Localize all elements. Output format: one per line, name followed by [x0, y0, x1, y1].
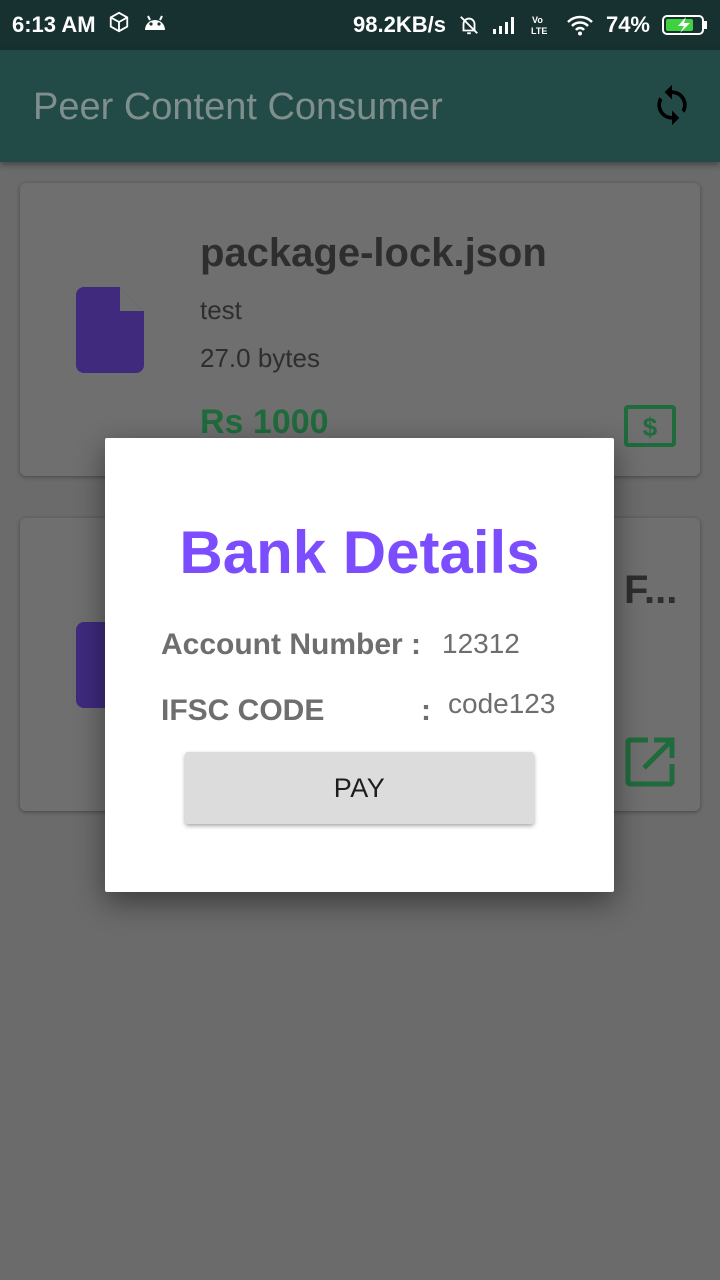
volte-icon: Vo LTE — [530, 13, 554, 37]
open-external-icon[interactable] — [624, 736, 676, 788]
cube-icon — [108, 11, 130, 39]
account-number-value: 12312 — [442, 628, 520, 659]
signal-icon — [492, 15, 518, 35]
ifsc-colon: : — [421, 694, 431, 727]
android-icon — [142, 12, 168, 38]
bank-details-dialog: Bank Details Account Number : 12312 IFSC… — [105, 438, 614, 892]
wifi-icon — [566, 14, 594, 36]
pay-button[interactable]: PAY — [185, 752, 534, 824]
app-title: Peer Content Consumer — [33, 86, 443, 128]
app-bar: Peer Content Consumer — [0, 50, 720, 162]
file-name: package-lock.json — [200, 231, 547, 275]
battery-charging-icon — [662, 14, 708, 36]
file-description: test — [200, 295, 242, 325]
status-time: 6:13 AM — [12, 12, 96, 37]
buy-icon[interactable]: $ — [624, 405, 676, 447]
net-speed: 98.2KB/s — [353, 12, 446, 37]
alarm-off-icon — [458, 14, 480, 36]
ifsc-code-label: IFSC CODE — [161, 694, 325, 727]
battery-percent: 74% — [605, 12, 650, 37]
dialog-title: Bank Details — [179, 519, 540, 586]
ifsc-code-value: code123 — [448, 688, 556, 719]
status-bar: 6:13 AM 98.2KB/s Vo LTE 74% — [0, 0, 720, 50]
file-name: F... — [624, 568, 678, 612]
file-card[interactable]: package-lock.json test 27.0 bytes Rs 100… — [20, 183, 700, 476]
status-left: 6:13 AM — [12, 11, 168, 39]
svg-text:$: $ — [643, 412, 658, 442]
file-size: 27.0 bytes — [200, 343, 320, 373]
status-right: 98.2KB/s Vo LTE 74% — [353, 12, 708, 38]
file-icon — [76, 287, 144, 373]
account-number-label: Account Number : — [161, 628, 422, 661]
svg-text:LTE: LTE — [531, 26, 547, 36]
file-price: Rs 1000 — [200, 403, 329, 441]
svg-text:Vo: Vo — [532, 15, 543, 25]
sync-icon[interactable] — [650, 83, 694, 127]
